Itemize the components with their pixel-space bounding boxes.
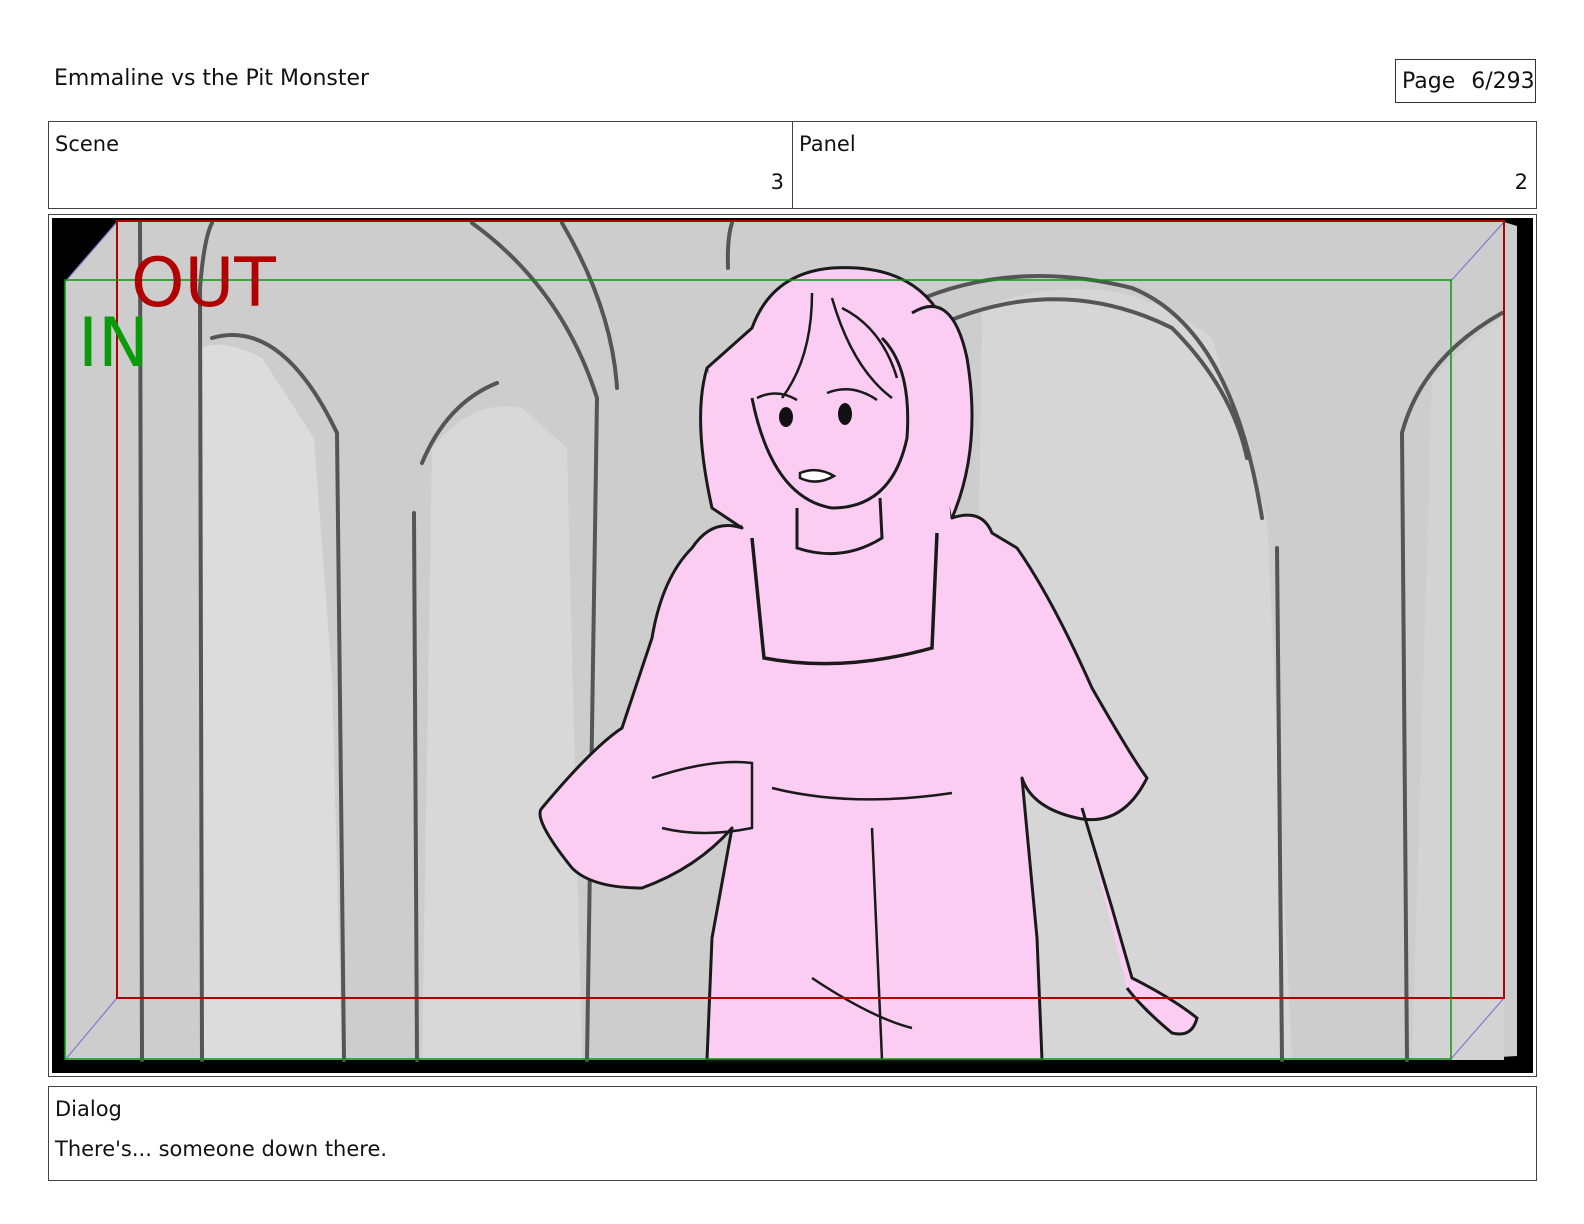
storyboard-title: Emmaline vs the Pit Monster [54,66,370,91]
scene-value: 3 [770,170,784,194]
scene-label: Scene [55,132,120,156]
panel-image: OUT IN [52,218,1533,1073]
page-number: 6/293 [1471,68,1535,94]
page-indicator: Page 6/293 [1395,59,1536,103]
scene-panel-row: Scene 3 Panel 2 [48,121,1537,209]
page-label: Page [1402,68,1456,94]
panel-cell: Panel 2 [792,122,1536,208]
wall-panel [422,406,582,1060]
right-eye [838,403,852,425]
panel-value: 2 [1514,170,1528,194]
left-eye [779,407,793,427]
dialog-text: There's... someone down there. [55,1137,388,1161]
scene-cell: Scene 3 [49,122,792,208]
panel-label: Panel [799,132,856,156]
dialog-label: Dialog [55,1097,122,1121]
out-label: OUT [131,244,276,323]
dialog-box: Dialog There's... someone down there. [48,1086,1537,1181]
in-label: IN [78,304,149,383]
panel-sketch: OUT IN [52,218,1533,1073]
